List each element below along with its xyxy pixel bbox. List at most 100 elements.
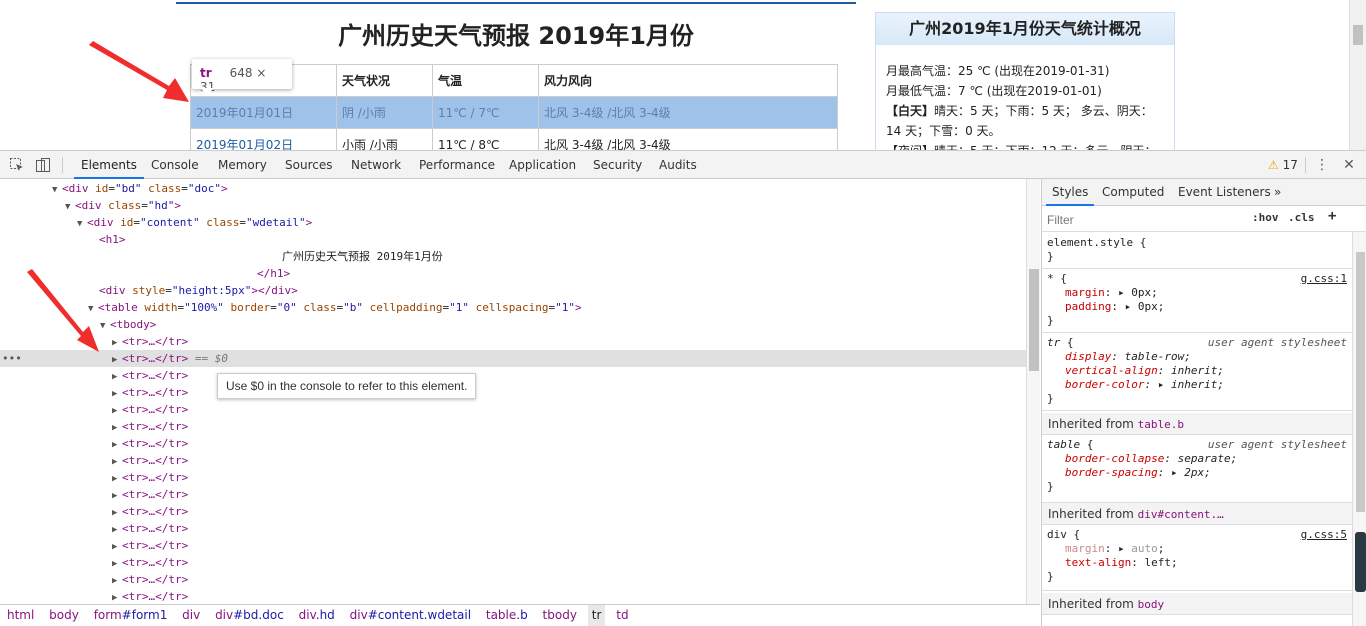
warnings-count: 17 [1282,158,1298,172]
breadcrumb-form[interactable]: form#form1 [90,605,172,626]
rule-element-style[interactable]: element.style { } [1042,233,1352,269]
date-link[interactable]: 2019年01月01日 [196,106,293,120]
dom-line-div-hd[interactable]: ▼ <div class="hd"> [0,197,1026,214]
cls-toggle[interactable]: .cls [1288,211,1315,224]
dom-line-tr[interactable]: ▶ <tr>…</tr> [0,571,1026,588]
warnings-counter[interactable]: ⚠ 17 [1268,151,1298,179]
dom-line-h1-open[interactable]: <h1> [0,231,1026,248]
tab-application[interactable]: Application [502,151,583,179]
row-weather: 阴 /小雨 [336,96,433,129]
table-row-highlighted[interactable]: 2019年01月01日 阴 /小雨 11℃ / 7℃ 北风 3-4级 /北风 3… [190,96,838,129]
tab-console[interactable]: Console [144,151,206,179]
more-tabs-icon[interactable]: » [1268,179,1287,206]
breadcrumb-div-hd[interactable]: div.hd [295,605,339,626]
stats-day-label: 【白天】 [886,104,935,118]
tab-event-listeners[interactable]: Event Listeners [1172,179,1277,206]
elements-scroll-thumb[interactable] [1029,269,1039,371]
styles-tabbar: Styles Computed Event Listeners » [1042,179,1366,206]
styles-scroll-thumb[interactable] [1356,252,1365,512]
dom-line-tr[interactable]: ▶ <tr>…</tr> [0,554,1026,571]
rule-table[interactable]: table { user agent stylesheet border-col… [1042,435,1352,503]
rule-source: user agent stylesheet [1207,336,1347,349]
rule-source-link[interactable]: g.css:5 [1301,528,1347,542]
breadcrumb-table[interactable]: table.b [482,605,532,626]
breadcrumb-body[interactable]: body [45,605,83,626]
rule-source-link[interactable]: g.css:1 [1301,272,1347,286]
dom-line-tr[interactable]: ▶ <tr>…</tr> [0,435,1026,452]
more-options-icon[interactable]: ⋮ [1314,157,1330,173]
dom-line-tr[interactable]: ▶ <tr>…</tr> [0,418,1026,435]
inherited-content-link[interactable]: div#content.… [1138,508,1224,521]
warning-icon: ⚠ [1268,158,1279,172]
dom-line-tr[interactable]: ▶ <tr>…</tr> [0,486,1026,503]
dom-line-tbody[interactable]: ▼ <tbody> [0,316,1026,333]
rule-tr[interactable]: tr { user agent stylesheet display: tabl… [1042,333,1352,411]
row-weather: 小雨 /小雨 [336,128,433,150]
tab-styles[interactable]: Styles [1046,179,1095,206]
tab-sources[interactable]: Sources [278,151,339,179]
breadcrumb-div-content[interactable]: div#content.wdetail [346,605,475,626]
dom-line-div-bd[interactable]: ▼ <div id="bd" class="doc"> [0,180,1026,197]
styles-pane: Styles Computed Event Listeners » :hov .… [1041,179,1366,626]
page-scroll-thumb[interactable] [1353,25,1363,45]
dom-line-tr[interactable]: ▶ <tr>…</tr> [0,520,1026,537]
dom-line-tr-selected[interactable]: ••• ▶ <tr>…</tr> == $0 [0,350,1026,367]
devtools-toolbar: Elements Console Memory Sources Network … [0,151,1366,179]
breadcrumb-tr[interactable]: tr [587,605,606,626]
row-date[interactable]: 2019年01月01日 [190,96,337,129]
device-toolbar-icon[interactable] [35,157,51,173]
tab-audits[interactable]: Audits [652,151,704,179]
tab-security[interactable]: Security [586,151,649,179]
inherited-body-link[interactable]: body [1138,598,1165,611]
dom-line-div-spacer[interactable]: <div style="height:5px"></div> [0,282,1026,299]
elements-scrollbar[interactable] [1026,179,1040,604]
dom-line-tr[interactable]: ▶ <tr>…</tr> [0,469,1026,486]
breadcrumb-div[interactable]: div [178,605,204,626]
inherited-from-body: Inherited from body [1042,593,1352,615]
row-date[interactable]: 2019年01月02日 [190,128,337,150]
dom-line-tr[interactable]: ▶ <tr>…</tr> [0,537,1026,554]
dom-line-table[interactable]: ▼ <table width="100%" border="0" class="b… [0,299,1026,316]
styles-filter-input[interactable] [1047,211,1237,228]
stats-body: 月最高气温：25 ℃ (出现在2019-01-31) 月最低气温：7 ℃ (出现… [876,45,1174,150]
page-title: 广州历史天气预报 2019年1月份 [338,22,694,50]
dom-line-tr[interactable]: ▶ <tr>…</tr> [0,503,1026,520]
tab-performance[interactable]: Performance [412,151,502,179]
tab-memory[interactable]: Memory [211,151,274,179]
new-style-rule-icon[interactable]: + [1328,208,1336,224]
dom-line-h1-text[interactable]: 广州历史天气预报 2019年1月份 [0,248,1026,265]
dom-line-tr[interactable]: ▶ <tr>…</tr> [0,588,1026,604]
rule-universal[interactable]: * { g.css:1 margin: ▸ 0px; padding: ▸ 0p… [1042,269,1352,333]
stats-day-text: 晴天：5 天；下雨：5 天； 多云、阴天： [934,104,1153,118]
tab-elements[interactable]: Elements [74,151,144,179]
date-link[interactable]: 2019年01月02日 [196,138,293,150]
inherited-table-link[interactable]: table.b [1138,418,1184,431]
inspect-element-icon[interactable] [9,157,25,173]
dom-line-tr[interactable]: ▶ <tr>…</tr> [0,333,1026,350]
dom-line-tr[interactable]: ▶ <tr>…</tr> [0,367,1026,384]
row-wind: 北风 3-4级 /北风 3-4级 [538,128,838,150]
breadcrumb-td[interactable]: td [612,605,632,626]
dom-line-tr[interactable]: ▶ <tr>…</tr> [0,384,1026,401]
hov-toggle[interactable]: :hov [1252,211,1279,224]
tab-network[interactable]: Network [344,151,408,179]
styles-scrollbar[interactable] [1352,232,1366,626]
breadcrumb-tbody[interactable]: tbody [539,605,581,626]
dom-line-h1-close[interactable]: </h1> [0,265,1026,282]
dom-line-div-content[interactable]: ▼ <div id="content" class="wdetail"> [0,214,1026,231]
table-row[interactable]: 2019年01月02日 小雨 /小雨 11℃ / 8℃ 北风 3-4级 /北风 … [190,128,838,150]
breadcrumb-div-bd[interactable]: div#bd.doc [211,605,288,626]
rule-div[interactable]: div { g.css:5 margin: ▸ auto; text-align… [1042,525,1352,591]
more-actions-dots[interactable]: ••• [2,350,22,367]
dom-line-tr[interactable]: ▶ <tr>…</tr> [0,401,1026,418]
dom-line-tr[interactable]: ▶ <tr>…</tr> [0,452,1026,469]
inherited-from-table: Inherited from table.b [1042,413,1352,435]
stats-sidebar: 广州2019年1月份天气统计概况 月最高气温：25 ℃ (出现在2019-01-… [875,12,1175,150]
page-scrollbar[interactable] [1349,0,1366,150]
dom-breadcrumbs: html body form#form1 div div#bd.doc div.… [0,604,1040,626]
close-devtools-icon[interactable]: ✕ [1341,157,1357,173]
breadcrumb-html[interactable]: html [3,605,38,626]
styles-scroll-grip[interactable] [1355,532,1366,592]
stats-day-line-2: 14 天；下雪：0 天。 [886,124,1001,138]
tab-computed[interactable]: Computed [1096,179,1170,206]
